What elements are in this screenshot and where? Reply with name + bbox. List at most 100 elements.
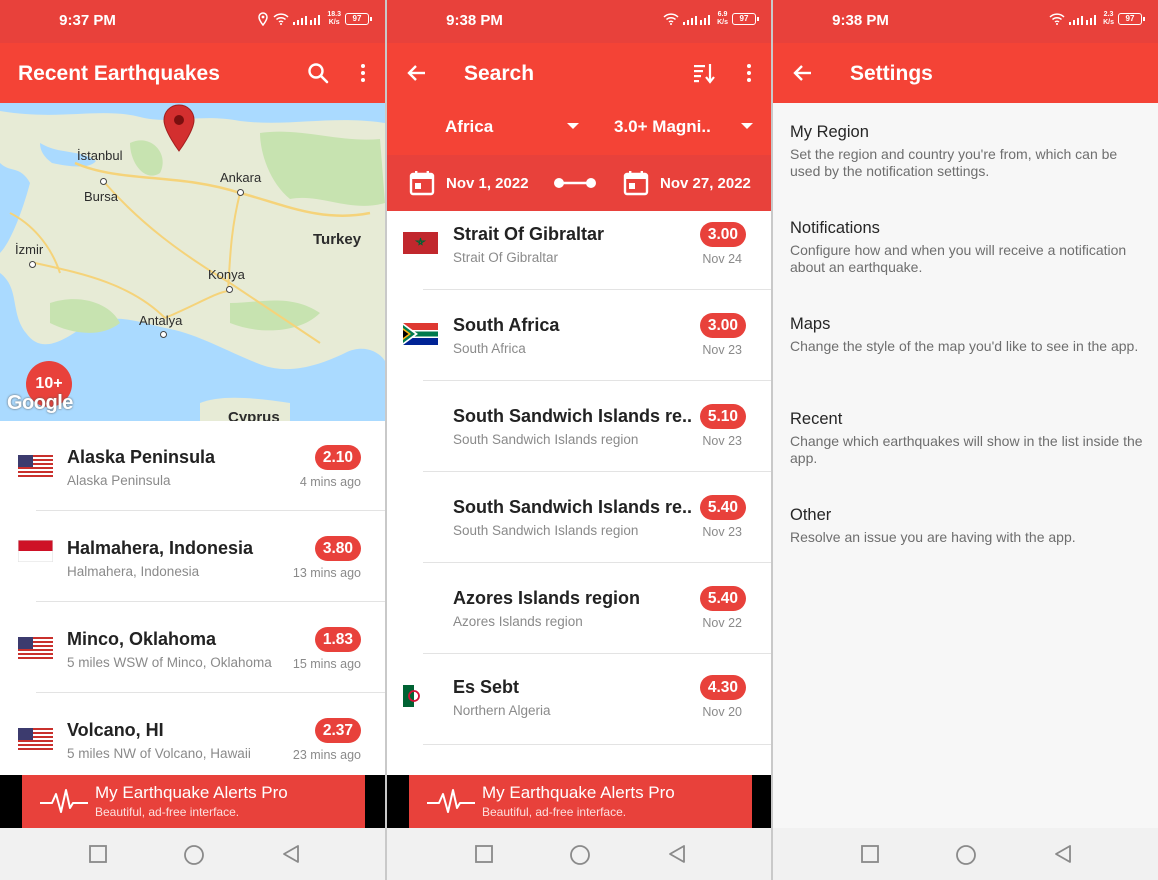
end-date[interactable]: Nov 27, 2022 — [660, 175, 751, 192]
start-date[interactable]: Nov 1, 2022 — [446, 175, 529, 192]
recents-square-icon[interactable] — [474, 844, 494, 864]
wifi-icon — [273, 13, 289, 25]
setting-notifications[interactable]: Notifications Configure how and when you… — [790, 219, 1144, 276]
settings-screen: 9:38 PM 2.3 K/s 97 Settings My Region Set… — [773, 0, 1158, 880]
quake-subtitle: South Sandwich Islands region — [453, 523, 639, 538]
list-item[interactable]: Halmahera, Indonesia Halmahera, Indonesi… — [0, 512, 385, 602]
list-item[interactable]: Strait Of Gibraltar Strait Of Gibraltar … — [387, 200, 772, 290]
status-icons: 6.9 K/s 97 — [663, 11, 759, 27]
setting-maps[interactable]: Maps Change the style of the map you'd l… — [790, 315, 1144, 355]
setting-other[interactable]: Other Resolve an issue you are having wi… — [790, 506, 1144, 546]
list-item[interactable]: South Africa South Africa 3.00 Nov 23 — [387, 291, 772, 381]
quake-title: Es Sebt — [453, 677, 520, 697]
map-dot-ankara — [237, 189, 244, 196]
search-button[interactable] — [306, 61, 330, 85]
row-divider — [423, 471, 772, 472]
magnitude-badge: 4.30 — [699, 675, 746, 700]
magnitude-badge: 5.40 — [699, 586, 746, 611]
quake-subtitle: 5 miles NW of Volcano, Hawaii — [67, 746, 251, 761]
setting-description: Resolve an issue you are having with the… — [790, 529, 1076, 545]
back-triangle-icon[interactable] — [667, 844, 687, 864]
battery-icon: 97 — [345, 13, 372, 25]
banner-title: My Earthquake Alerts Pro — [482, 783, 675, 802]
pro-upgrade-banner[interactable]: My Earthquake Alerts Pro Beautiful, ad-f… — [22, 775, 365, 828]
date-range-connector-icon — [554, 178, 596, 188]
magnitude-badge: 2.37 — [314, 718, 361, 743]
net-speed-value: 6.9 — [717, 11, 728, 18]
net-speed: 18.3 K/s — [327, 11, 341, 27]
list-item[interactable]: Volcano, HI 5 miles NW of Volcano, Hawai… — [0, 694, 385, 784]
map-label-istanbul: İstanbul — [77, 148, 123, 163]
setting-recent[interactable]: Recent Change which earthquakes will sho… — [790, 410, 1144, 467]
system-nav-bar — [387, 828, 772, 880]
quake-subtitle: Northern Algeria — [453, 703, 551, 718]
magnitude-caret-icon[interactable] — [741, 123, 753, 129]
list-item[interactable]: South Sandwich Islands re... South Sandw… — [387, 382, 772, 472]
quake-time: Nov 23 — [702, 525, 742, 539]
banner-title: My Earthquake Alerts Pro — [95, 783, 288, 802]
recents-square-icon[interactable] — [88, 844, 108, 864]
row-divider — [36, 510, 385, 511]
list-item[interactable]: Es Sebt Northern Algeria 4.30 Nov 20 — [387, 655, 772, 745]
earthquake-map[interactable]: İstanbul Bursa Ankara İzmir Turkey Konya… — [0, 103, 385, 421]
setting-title: My Region — [790, 123, 869, 141]
net-speed-unit: K/s — [717, 19, 728, 26]
flag-za-icon — [403, 323, 438, 345]
recent-earthquakes-screen: 9:37 PM 18.3 K/s 97 Recent Earthquakes İ… — [0, 0, 385, 880]
page-title: Search — [464, 62, 535, 85]
more-options-button[interactable] — [351, 61, 375, 85]
map-label-antalya: Antalya — [139, 313, 183, 328]
flag-ma-icon — [403, 232, 438, 254]
quake-time: Nov 22 — [702, 616, 742, 630]
recents-square-icon[interactable] — [860, 844, 880, 864]
back-button[interactable] — [791, 61, 815, 85]
back-arrow-icon — [407, 65, 425, 81]
map-label-ankara: Ankara — [220, 170, 262, 185]
magnitude-dropdown[interactable]: 3.0+ Magni.. — [614, 117, 711, 137]
map-label-cyprus: Cyprus — [228, 409, 280, 421]
setting-description: Configure how and when you will receive … — [790, 242, 1127, 275]
pro-upgrade-banner[interactable]: My Earthquake Alerts Pro Beautiful, ad-f… — [409, 775, 752, 828]
more-vert-icon — [361, 64, 365, 82]
quake-subtitle: Halmahera, Indonesia — [67, 564, 200, 579]
quake-subtitle: South Africa — [453, 341, 526, 356]
system-nav-bar — [0, 828, 385, 880]
quake-title: Minco, Oklahoma — [67, 629, 217, 649]
more-options-button[interactable] — [737, 61, 761, 85]
home-circle-icon[interactable] — [569, 844, 591, 866]
quake-title: South Africa — [453, 315, 560, 335]
sort-button[interactable] — [692, 61, 716, 85]
list-item[interactable]: Alaska Peninsula Alaska Peninsula 2.10 4… — [0, 421, 385, 511]
home-circle-icon[interactable] — [183, 844, 205, 866]
quake-time: Nov 24 — [702, 252, 742, 266]
quake-subtitle: Strait Of Gibraltar — [453, 250, 559, 265]
quake-time: 23 mins ago — [292, 748, 361, 762]
heartbeat-icon — [40, 789, 88, 813]
back-triangle-icon[interactable] — [1053, 844, 1073, 864]
region-dropdown[interactable]: Africa — [445, 117, 493, 137]
magnitude-badge: 5.40 — [699, 495, 746, 520]
calendar-end-icon[interactable] — [623, 170, 649, 196]
status-bar: 9:38 PM 2.3 K/s 97 — [773, 0, 1158, 43]
setting-my-region[interactable]: My Region Set the region and country you… — [790, 123, 1144, 180]
home-circle-icon[interactable] — [955, 844, 977, 866]
status-bar: 9:38 PM 6.9 K/s 97 — [387, 0, 772, 43]
earthquake-marker-pin[interactable] — [162, 103, 196, 153]
wifi-icon — [1049, 13, 1065, 25]
banner-subtitle: Beautiful, ad-free interface. — [482, 805, 627, 819]
quake-time: Nov 23 — [702, 434, 742, 448]
list-item[interactable]: Minco, Oklahoma 5 miles WSW of Minco, Ok… — [0, 603, 385, 693]
signal-icon — [1069, 15, 1097, 25]
list-item[interactable]: South Sandwich Islands re... South Sandw… — [387, 473, 772, 563]
page-title: Recent Earthquakes — [18, 62, 220, 85]
back-button[interactable] — [405, 61, 429, 85]
search-icon — [308, 63, 329, 84]
back-triangle-icon[interactable] — [281, 844, 301, 864]
map-label-konya: Konya — [208, 267, 245, 282]
calendar-start-icon[interactable] — [409, 170, 435, 196]
more-vert-icon — [747, 64, 751, 82]
region-caret-icon[interactable] — [567, 123, 579, 129]
quake-title: Halmahera, Indonesia — [67, 538, 254, 558]
app-bar: Search — [387, 43, 772, 103]
list-item[interactable]: Azores Islands region Azores Islands reg… — [387, 564, 772, 654]
